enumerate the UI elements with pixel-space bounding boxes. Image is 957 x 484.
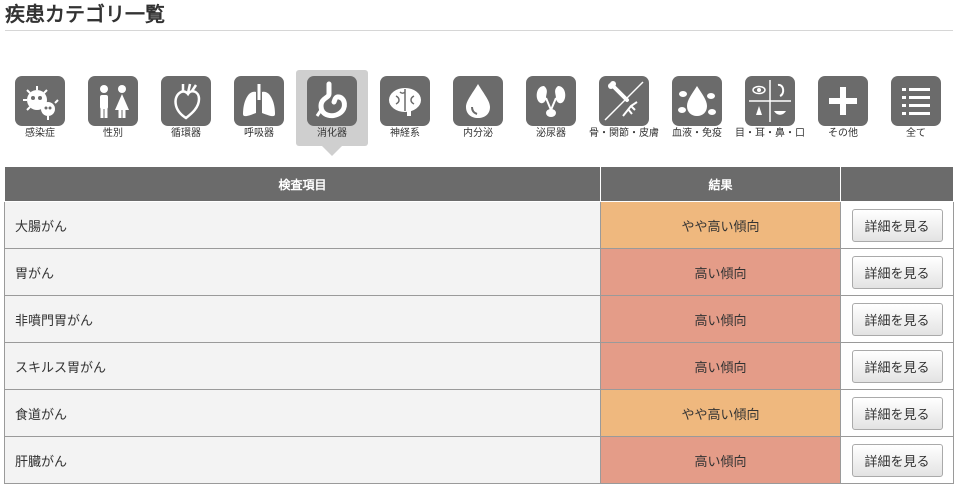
category-label: 神経系 (390, 128, 420, 139)
plus-icon (829, 87, 857, 115)
category-label: 循環器 (171, 128, 201, 139)
category-label: 感染症 (25, 128, 55, 139)
category-all[interactable]: 全て (880, 70, 952, 146)
test-item: スキルス胃がん (4, 342, 601, 390)
result-level: やや高い傾向 (599, 201, 842, 249)
table-row: 肝臓がん 高い傾向 詳細を見る (4, 436, 954, 484)
view-detail-button[interactable]: 詳細を見る (851, 443, 943, 477)
list-icon (902, 88, 930, 115)
table-header-row: 検査項目 結果 (4, 166, 954, 202)
category-gender[interactable]: 性別 (77, 70, 149, 146)
category-nervous[interactable]: 神経系 (369, 70, 441, 146)
view-detail-button[interactable]: 詳細を見る (851, 302, 943, 336)
view-detail-button[interactable]: 詳細を見る (851, 208, 943, 242)
test-item: 食道がん (4, 389, 601, 437)
category-label: 呼吸器 (244, 128, 274, 139)
virus-icon (23, 86, 59, 120)
category-endocrine[interactable]: 内分泌 (442, 70, 514, 146)
category-respiratory[interactable]: 呼吸器 (223, 70, 295, 146)
category-bone-skin[interactable]: 骨・関節・皮膚 (588, 70, 660, 146)
table-row: 食道がん やや高い傾向 詳細を見る (4, 389, 954, 437)
title-divider (5, 30, 953, 31)
category-digestive[interactable]: 消化器 (296, 70, 368, 156)
category-infection[interactable]: 感染症 (4, 70, 76, 146)
result-level: 高い傾向 (599, 436, 842, 484)
category-senses[interactable]: 目・耳・鼻・口 (734, 70, 806, 146)
kidney-icon (536, 86, 566, 117)
table-row: 大腸がん やや高い傾向 詳細を見る (4, 201, 954, 249)
category-label: 内分泌 (463, 128, 493, 139)
header-result: 結果 (599, 166, 842, 202)
bone-icon (604, 81, 644, 121)
result-level: やや高い傾向 (599, 389, 842, 437)
results-table: 検査項目 結果 大腸がん やや高い傾向 詳細を見る 胃がん 高い傾向 詳細を見る… (4, 166, 954, 484)
table-row: スキルス胃がん 高い傾向 詳細を見る (4, 342, 954, 390)
blood-icon (678, 86, 716, 116)
test-item: 大腸がん (4, 201, 601, 249)
stomach-icon (315, 81, 347, 119)
heart-icon (174, 83, 201, 120)
category-label: 性別 (103, 128, 123, 139)
header-item: 検査項目 (4, 166, 601, 202)
view-detail-button[interactable]: 詳細を見る (851, 396, 943, 430)
result-level: 高い傾向 (599, 295, 842, 343)
table-row: 非噴門胃がん 高い傾向 詳細を見る (4, 295, 954, 343)
header-action (840, 166, 954, 202)
result-level: 高い傾向 (599, 248, 842, 296)
category-urinary[interactable]: 泌尿器 (515, 70, 587, 146)
drop-icon (466, 84, 490, 118)
test-item: 非噴門胃がん (4, 295, 601, 343)
view-detail-button[interactable]: 詳細を見る (851, 255, 943, 289)
category-label: 消化器 (317, 128, 347, 139)
view-detail-button[interactable]: 詳細を見る (851, 349, 943, 383)
category-label: その他 (828, 128, 858, 139)
brain-icon (389, 88, 421, 116)
category-label: 全て (906, 128, 926, 139)
page-title: 疾患カテゴリ一覧 (5, 2, 165, 26)
gender-icon (100, 85, 129, 118)
category-label: 骨・関節・皮膚 (589, 128, 659, 139)
senses-icon (749, 80, 791, 122)
category-other[interactable]: その他 (807, 70, 879, 146)
category-label: 血液・免疫 (672, 128, 722, 139)
category-bar: 感染症 性別 循環器 呼吸器 消化器 神経系 内分泌 泌尿器 骨・関節・皮膚 血… (4, 70, 954, 158)
category-blood-immune[interactable]: 血液・免疫 (661, 70, 733, 146)
test-item: 胃がん (4, 248, 601, 296)
table-row: 胃がん 高い傾向 詳細を見る (4, 248, 954, 296)
lungs-icon (243, 84, 275, 117)
result-level: 高い傾向 (599, 342, 842, 390)
test-item: 肝臓がん (4, 436, 601, 484)
category-circulatory[interactable]: 循環器 (150, 70, 222, 146)
category-label: 目・耳・鼻・口 (735, 128, 805, 139)
category-label: 泌尿器 (536, 128, 566, 139)
